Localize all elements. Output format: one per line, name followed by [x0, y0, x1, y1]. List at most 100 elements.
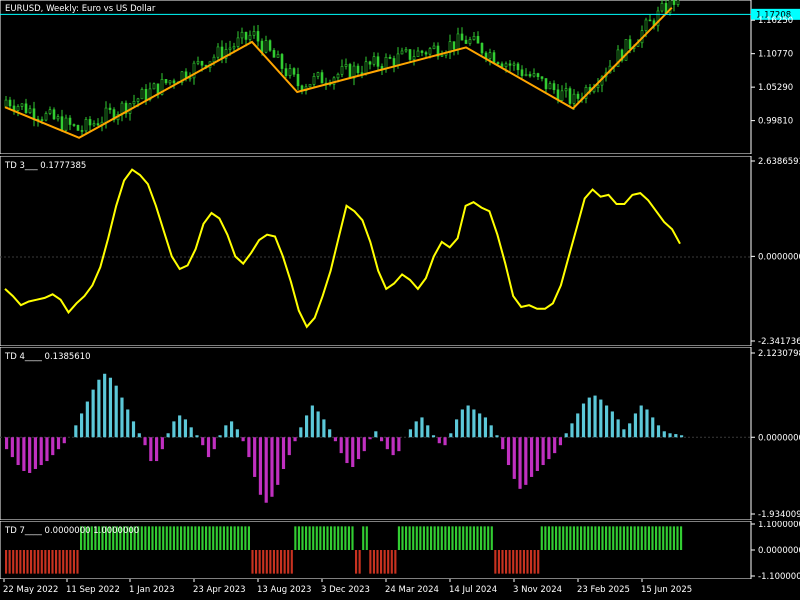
price-candles [4, 0, 680, 136]
td7-bar [330, 526, 333, 550]
td4-bar [172, 421, 176, 438]
td4-bar [656, 425, 661, 438]
candle-body [292, 68, 296, 75]
td4-pane[interactable]: TD 4____ 0.1385610 2.1230798 0.0000000 -1.… [0, 347, 800, 520]
td7-bar [190, 526, 193, 550]
td7-bar [472, 526, 475, 550]
td4-bar [120, 397, 124, 438]
td7-bar [230, 526, 233, 550]
td4-bar [114, 385, 118, 438]
indicator-tick-label: 0.0000000 [758, 433, 800, 443]
candle-body [560, 90, 564, 101]
time-tick-label: 23 Feb 2025 [577, 585, 630, 595]
indicator-tick-label: -1.1000000 [758, 572, 800, 579]
td7-bar [240, 526, 243, 550]
td4-bar [541, 437, 545, 466]
td4-bar [293, 437, 297, 442]
td7-bar [608, 526, 611, 550]
td7-bar [476, 526, 479, 550]
td4-bar [270, 437, 274, 497]
td4-bar [108, 377, 113, 438]
td7-bar [276, 550, 279, 574]
td7-bar [65, 550, 68, 574]
td4-bar [339, 437, 343, 454]
td4-bar [62, 437, 66, 444]
td7-bar [490, 526, 493, 550]
td4-bar [674, 434, 678, 438]
td7-bar [508, 550, 511, 574]
td4-bar [131, 421, 136, 438]
td7-bar [265, 550, 268, 574]
td4-bar [472, 409, 476, 438]
td4-chart[interactable]: TD 4____ 0.1385610 2.1230798 0.0000000 -1.… [0, 347, 800, 520]
td7-bar [412, 526, 415, 550]
td7-chart[interactable]: TD 7____ 0.0000000 1.0000000 1.1000000 0.… [0, 521, 800, 579]
candle-body [276, 54, 280, 58]
td7-pane[interactable]: TD 7____ 0.0000000 1.0000000 1.1000000 0.… [0, 521, 800, 579]
candle-body [344, 64, 348, 67]
td4-bar [16, 437, 20, 466]
td4-bar [524, 437, 528, 485]
td4-bar [570, 423, 574, 438]
candle-body [88, 119, 92, 126]
td4-bar [328, 429, 332, 438]
td7-title: TD 7____ 0.0000000 1.0000000 [4, 526, 139, 536]
td4-bar [212, 437, 216, 450]
candle-body [628, 39, 632, 49]
time-axis[interactable]: 22 May 2022 11 Sep 2022 1 Jan 2023 23 Apr 2… [0, 579, 800, 600]
td7-bar [30, 550, 33, 574]
td7-bar [180, 526, 183, 550]
candle-body [624, 39, 628, 61]
candle-body [648, 19, 652, 22]
td7-bar [255, 550, 258, 574]
td7-bar [26, 550, 29, 574]
td7-bar [290, 550, 293, 574]
td4-bar [74, 425, 78, 438]
td7-bar [572, 526, 575, 550]
td7-bar [647, 526, 650, 550]
td7-bar [533, 550, 536, 574]
td7-bar [433, 526, 436, 550]
td3-chart[interactable]: TD 3___ 0.1777385 2.6386591 0.0000000 -2.3… [0, 156, 800, 346]
candle-body [60, 116, 64, 131]
candle-body [576, 93, 580, 99]
td7-bar [590, 526, 593, 550]
time-tick-label: 14 Jul 2024 [449, 585, 497, 595]
td7-bar [337, 526, 340, 550]
td4-bar [345, 437, 349, 464]
price-chart[interactable]: 1.17208 EURUSD, Weekly: Euro vs US Dolla… [0, 0, 800, 154]
td4-bar [466, 405, 470, 438]
td7-bar [444, 526, 447, 550]
td3-pane[interactable]: TD 3___ 0.1777385 2.6386591 0.0000000 -2.3… [0, 156, 800, 346]
td7-bar [333, 526, 336, 550]
td4-bar [91, 389, 95, 438]
candle-body [64, 117, 68, 131]
td4-bar [218, 435, 222, 438]
td7-bar [355, 550, 358, 574]
td4-bar [558, 437, 563, 446]
price-tick-label: 0.99810 [758, 117, 793, 127]
td7-bar [483, 526, 486, 550]
td4-bar [241, 437, 245, 442]
candle-body [164, 79, 168, 84]
td7-bar [462, 526, 465, 550]
td7-bar [8, 550, 11, 574]
td7-bar [405, 526, 408, 550]
candle-body [348, 64, 352, 79]
candle-body [376, 56, 380, 67]
td7-bar [22, 550, 25, 574]
td4-bar [478, 413, 482, 438]
chart-title: EURUSD, Weekly: Euro vs US Dollar [5, 4, 156, 14]
td4-bar [178, 415, 182, 438]
td7-bar [12, 550, 15, 574]
candle-body [192, 62, 196, 79]
candle-body [188, 77, 192, 80]
price-pane[interactable]: 1.17208 EURUSD, Weekly: Euro vs US Dolla… [0, 0, 800, 154]
td4-bar [281, 437, 286, 469]
td7-bar [680, 526, 683, 550]
candle-body [8, 99, 12, 107]
indicator-tick-label: -1.9340099 [758, 510, 800, 520]
candle-body [168, 80, 172, 84]
td7-bar [155, 526, 158, 550]
candle-body [572, 93, 576, 104]
